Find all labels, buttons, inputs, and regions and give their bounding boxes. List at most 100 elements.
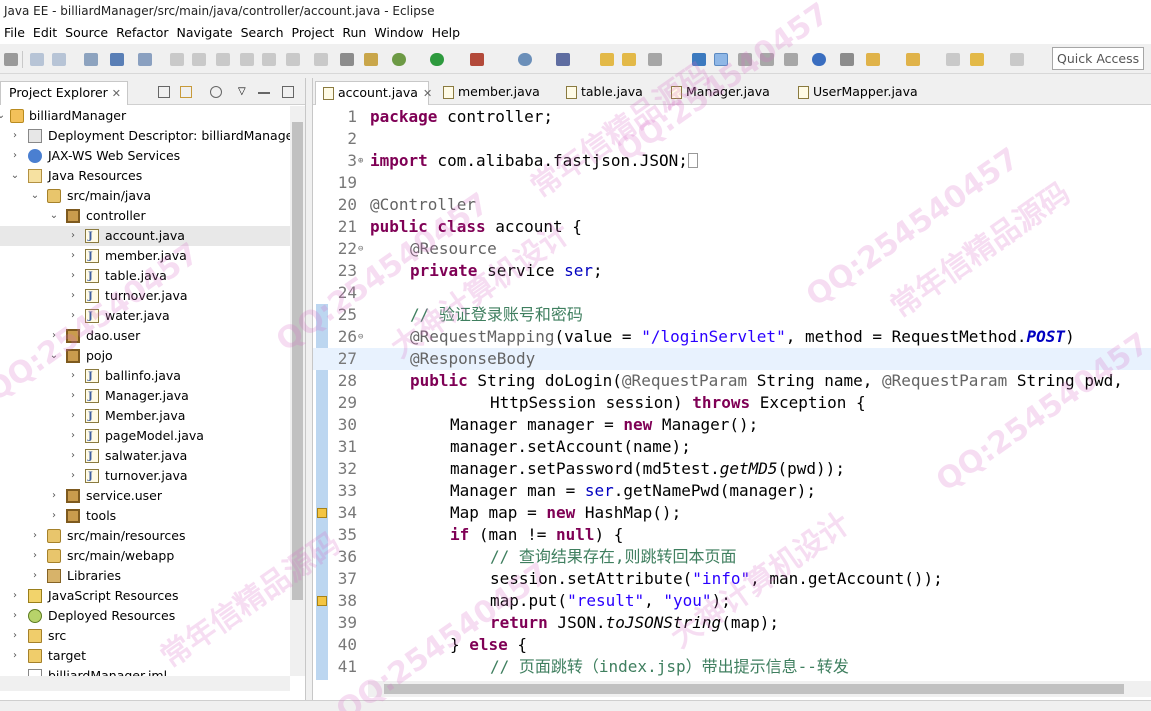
tree-item[interactable]: billiardManager.iml xyxy=(0,666,290,676)
external-icon[interactable] xyxy=(840,53,854,66)
step-return-icon[interactable] xyxy=(314,53,328,66)
expand-arrow-icon[interactable]: › xyxy=(68,366,78,386)
server-icon[interactable] xyxy=(518,53,532,66)
editor-horizontal-scrollbar[interactable] xyxy=(368,681,1151,697)
tree-item[interactable]: › src/main/resources xyxy=(0,526,290,546)
menu-file[interactable]: File xyxy=(4,22,25,44)
tree-item[interactable]: › water.java xyxy=(0,306,290,327)
expand-arrow-icon[interactable]: › xyxy=(68,306,78,326)
code-text-area[interactable]: 1 package controller; 2 3 ⊕ import com.alib… xyxy=(313,106,1151,681)
tree-item[interactable]: › turnover.java xyxy=(0,466,290,487)
tree-item[interactable]: › Deployed Resources xyxy=(0,606,290,626)
quick-access-field[interactable]: Quick Access xyxy=(1052,47,1144,70)
expand-arrow-icon[interactable]: › xyxy=(68,286,78,306)
menu-run[interactable]: Run xyxy=(342,22,366,44)
expand-arrow-icon[interactable]: › xyxy=(10,606,20,626)
use-step-filters-icon[interactable] xyxy=(340,53,354,66)
save-all-icon[interactable] xyxy=(52,53,66,66)
menu-search[interactable]: Search xyxy=(241,22,284,44)
expand-arrow-icon[interactable]: › xyxy=(30,526,40,546)
print-icon[interactable] xyxy=(84,53,98,66)
last-edit-icon[interactable] xyxy=(946,53,960,66)
tree-item-selected[interactable]: › account.java xyxy=(0,226,290,247)
step-into-icon[interactable] xyxy=(262,53,276,66)
minimize-icon[interactable] xyxy=(258,92,270,94)
collapse-fold-icon[interactable]: ⊖ xyxy=(358,238,363,260)
pilcrow-icon[interactable] xyxy=(784,53,798,66)
expand-arrow-icon[interactable]: › xyxy=(68,226,78,246)
tree-item[interactable]: ⌄ controller xyxy=(0,206,290,226)
close-icon[interactable]: ✕ xyxy=(423,87,432,100)
expand-arrow-icon[interactable]: › xyxy=(68,406,78,426)
save-icon[interactable] xyxy=(30,53,44,66)
collapse-arrow-icon[interactable]: ⌄ xyxy=(49,206,59,226)
highlight-icon[interactable] xyxy=(714,53,728,66)
new-java-class-icon[interactable] xyxy=(556,53,570,66)
expand-arrow-icon[interactable]: › xyxy=(10,646,20,666)
tree-item[interactable]: › tools xyxy=(0,506,290,526)
tree-item[interactable]: › Manager.java xyxy=(0,386,290,407)
collapse-arrow-icon[interactable]: ⌄ xyxy=(30,186,40,206)
view-menu-icon[interactable]: ▽ xyxy=(238,86,250,98)
tree-item[interactable]: › turnover.java xyxy=(0,286,290,307)
expand-arrow-icon[interactable]: › xyxy=(68,266,78,286)
run-external-tools-icon[interactable] xyxy=(470,53,484,66)
explorer-horizontal-scrollbar[interactable] xyxy=(0,676,290,691)
expand-arrow-icon[interactable]: › xyxy=(10,126,20,146)
tab-member-java[interactable]: member.java xyxy=(436,81,540,105)
search-tool-icon[interactable] xyxy=(648,53,662,66)
collapse-arrow-icon[interactable]: ⌄ xyxy=(0,106,6,126)
debug-icon[interactable] xyxy=(392,53,406,66)
open-task-icon[interactable] xyxy=(622,53,636,66)
toggle-block-selection-icon[interactable] xyxy=(738,53,752,66)
run-icon[interactable] xyxy=(430,53,444,66)
tree-item[interactable]: › src xyxy=(0,626,290,646)
expand-arrow-icon[interactable]: › xyxy=(68,386,78,406)
menu-window[interactable]: Window xyxy=(374,22,423,44)
globe-icon[interactable] xyxy=(812,53,826,66)
tree-item[interactable]: ⌄ src/main/java xyxy=(0,186,290,206)
tree-item[interactable]: › JAX-WS Web Services xyxy=(0,146,290,166)
tab-table-java[interactable]: table.java xyxy=(559,81,643,105)
tree-item[interactable]: › salwater.java xyxy=(0,446,290,467)
tree-item[interactable]: › Member.java xyxy=(0,406,290,427)
maximize-icon[interactable] xyxy=(282,86,294,98)
collapse-all-icon[interactable] xyxy=(158,86,170,98)
back-icon[interactable] xyxy=(970,53,984,66)
tree-item[interactable]: › target xyxy=(0,646,290,666)
tree-item[interactable]: ⌄ Java Resources xyxy=(0,166,290,186)
menu-navigate[interactable]: Navigate xyxy=(177,22,233,44)
scrollbar-thumb[interactable] xyxy=(292,122,303,600)
collapse-fold-icon[interactable]: ⊖ xyxy=(358,326,363,348)
expand-arrow-icon[interactable]: › xyxy=(10,146,20,166)
console-icon[interactable] xyxy=(110,53,124,66)
explorer-vertical-scrollbar[interactable] xyxy=(290,106,305,676)
expand-arrow-icon[interactable]: › xyxy=(49,506,59,526)
scrollbar-thumb[interactable] xyxy=(384,684,1124,694)
disconnect-icon[interactable] xyxy=(240,53,254,66)
tree-item[interactable]: › table.java xyxy=(0,266,290,287)
expand-arrow-icon[interactable]: › xyxy=(68,426,78,446)
tree-item[interactable]: › pageModel.java xyxy=(0,426,290,447)
expand-arrow-icon[interactable]: › xyxy=(68,246,78,266)
menu-source[interactable]: Source xyxy=(65,22,108,44)
resume-icon[interactable] xyxy=(170,53,184,66)
tab-usermapper-java[interactable]: UserMapper.java xyxy=(791,81,918,105)
menu-help[interactable]: Help xyxy=(432,22,461,44)
next-annotation-icon[interactable] xyxy=(866,53,880,66)
expand-arrow-icon[interactable]: › xyxy=(49,486,59,506)
step-over-icon[interactable] xyxy=(286,53,300,66)
tree-item[interactable]: › member.java xyxy=(0,246,290,267)
expand-arrow-icon[interactable]: › xyxy=(68,466,78,486)
tree-item[interactable]: › service.user xyxy=(0,486,290,506)
link-with-editor-icon[interactable] xyxy=(180,86,192,98)
previous-annotation-icon[interactable] xyxy=(906,53,920,66)
tree-item[interactable]: › ballinfo.java xyxy=(0,366,290,387)
build-icon[interactable] xyxy=(364,53,378,66)
focus-icon[interactable] xyxy=(210,86,222,98)
tab-manager-java[interactable]: Manager.java xyxy=(664,81,770,105)
tree-item[interactable]: ⌄ billiardManager xyxy=(0,106,290,126)
expand-arrow-icon[interactable]: › xyxy=(68,446,78,466)
menu-refactor[interactable]: Refactor xyxy=(116,22,168,44)
forward-icon[interactable] xyxy=(1010,53,1024,66)
